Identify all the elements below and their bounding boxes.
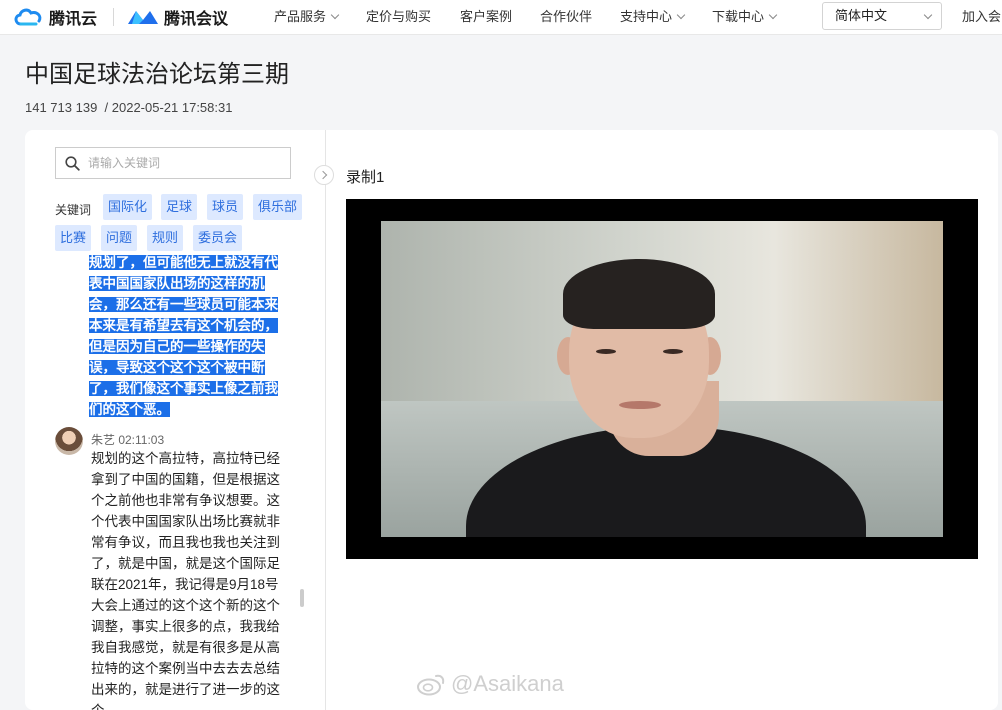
meeting-meta: 141 713 139 / 2022-05-21 17:58:31 — [25, 100, 232, 115]
avatar — [55, 427, 83, 455]
video-person-eye — [596, 349, 616, 354]
language-select[interactable]: 简体中文 — [822, 2, 942, 30]
chevron-down-icon — [923, 10, 933, 20]
video-person-eye — [663, 349, 683, 354]
keyword-tag[interactable]: 俱乐部 — [253, 194, 303, 220]
chevron-down-icon — [768, 10, 778, 20]
recording-label: 录制1 — [346, 169, 385, 186]
video-person-hair — [563, 259, 715, 329]
nav-products[interactable]: 产品服务 — [274, 0, 340, 34]
watermark-text: @Asaikana — [451, 671, 564, 696]
chevron-right-icon — [318, 170, 328, 180]
nav-partners[interactable]: 合作伙伴 — [540, 0, 592, 34]
tencent-cloud-icon — [14, 8, 42, 26]
weibo-icon — [417, 674, 445, 696]
transcript-text: 规划的这个高拉特，高拉特已经拿到了中国的国籍，但是根据这个之前他也非常有争议想要… — [91, 451, 280, 710]
chevron-down-icon — [330, 10, 340, 20]
video-person-mouth — [619, 401, 661, 409]
transcript-list[interactable]: 规划了，但可能他无上就没有代 表中国国家队出场的这样的机 会，那么还有一些球员可… — [55, 255, 305, 710]
keyword-tag[interactable]: 国际化 — [103, 194, 153, 220]
nav-cases[interactable]: 客户案例 — [460, 0, 512, 34]
transcript-panel: 关键词 国际化 足球 球员 俱乐部 比赛 问题 规则 委员会 规划了，但可能他无… — [25, 130, 326, 710]
tencent-meeting-icon — [128, 11, 158, 24]
keywords-label: 关键词 — [55, 203, 92, 217]
logo-primary-text: 腾讯云 — [49, 11, 98, 28]
language-value: 简体中文 — [835, 8, 888, 23]
logo-divider — [113, 8, 114, 26]
tencent-cloud-logo[interactable]: 腾讯云 — [12, 6, 97, 28]
page-title: 中国足球法治论坛第三期 — [25, 61, 289, 88]
highlighted-transcript: 规划了，但可能他无上就没有代 表中国国家队出场的这样的机 会，那么还有一些球员可… — [89, 255, 278, 417]
video-player[interactable] — [346, 199, 978, 559]
logo-secondary-text: 腾讯会议 — [164, 11, 229, 28]
weibo-watermark: @Asaikana — [416, 671, 564, 697]
search-icon — [65, 155, 80, 171]
nav-pricing[interactable]: 定价与购买 — [366, 0, 431, 34]
keyword-tag[interactable]: 比赛 — [55, 225, 92, 251]
nav-downloads[interactable]: 下载中心 — [712, 0, 778, 34]
meeting-datetime: / 2022-05-21 17:58:31 — [104, 100, 233, 115]
keyword-tag[interactable]: 规则 — [147, 225, 184, 251]
keyword-tag[interactable]: 委员会 — [193, 225, 243, 251]
keyword-tag[interactable]: 足球 — [161, 194, 198, 220]
keyword-tag[interactable]: 问题 — [101, 225, 138, 251]
collapse-panel-button[interactable] — [314, 165, 334, 185]
join-meeting-link[interactable]: 加入会 — [962, 0, 1001, 33]
video-frame — [381, 221, 943, 537]
search-input[interactable] — [86, 155, 280, 171]
transcript-scrollbar[interactable] — [300, 589, 304, 607]
meeting-id: 141 713 139 — [25, 100, 98, 115]
top-navigation-bar: 腾讯云 腾讯会议 产品服务 定价与购买 客户案例 合作伙伴 支持中心 下载中心 … — [0, 0, 1002, 35]
recording-card: 关键词 国际化 足球 球员 俱乐部 比赛 问题 规则 委员会 规划了，但可能他无… — [25, 130, 998, 710]
nav-support[interactable]: 支持中心 — [620, 0, 686, 34]
speaker-name-time: 朱艺 02:11:03 — [91, 433, 165, 447]
tencent-meeting-logo[interactable]: 腾讯会议 — [126, 6, 228, 28]
chevron-down-icon — [676, 10, 686, 20]
search-box[interactable] — [55, 147, 291, 179]
keyword-tag[interactable]: 球员 — [207, 194, 244, 220]
